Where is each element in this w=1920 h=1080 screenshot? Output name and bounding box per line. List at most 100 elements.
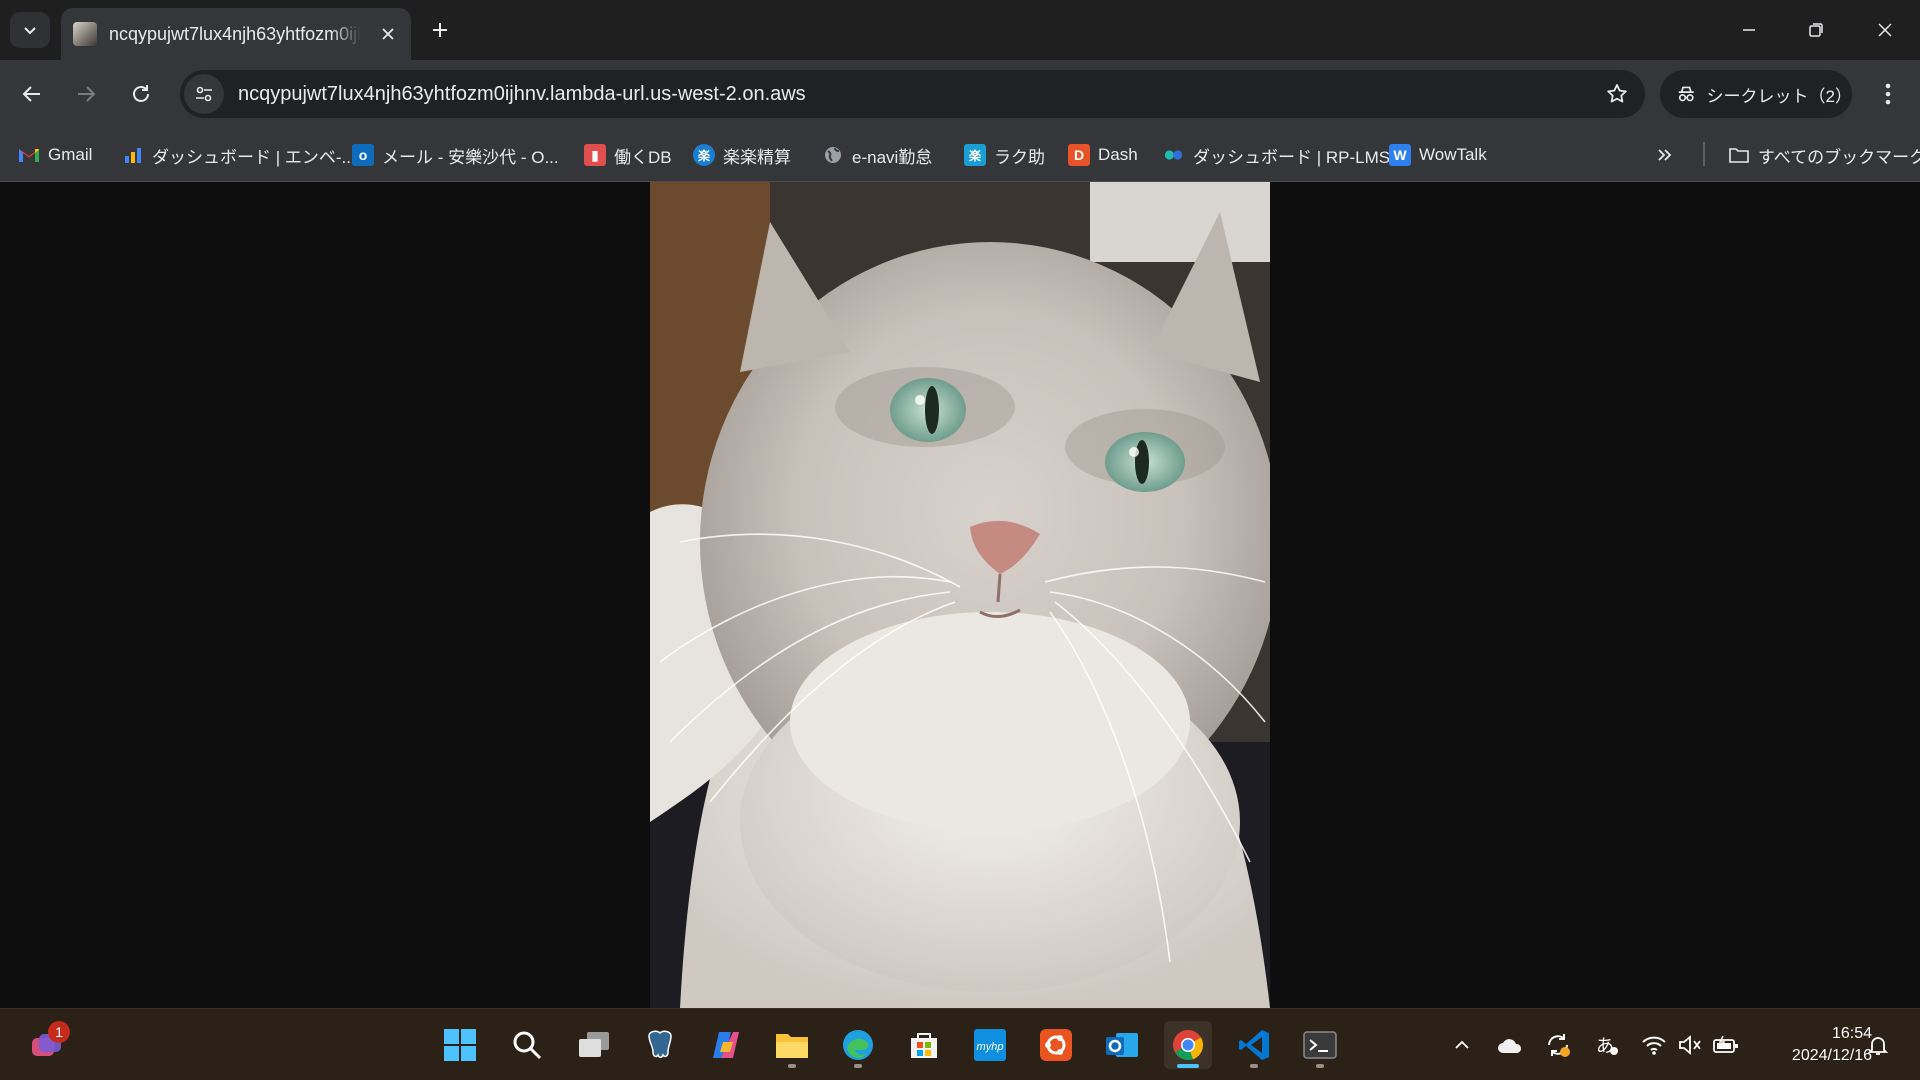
bookmark-label: Dash xyxy=(1098,145,1138,164)
bookmarks-bar: Gmail ダッシュボード | エンベ-... o メール - 安樂沙代 - O… xyxy=(0,128,1920,182)
star-bookmark-icon[interactable] xyxy=(1605,82,1629,106)
reload-button[interactable] xyxy=(123,76,159,112)
bookmark-label: e-navi勤怠 xyxy=(852,147,933,167)
chrome-app[interactable] xyxy=(1164,1021,1212,1069)
copilot-app[interactable] xyxy=(702,1021,750,1069)
bookmark-outlook-mail[interactable]: o メール - 安樂沙代 - O... xyxy=(352,139,559,171)
sync-tray[interactable] xyxy=(1544,1031,1572,1059)
ime-tray[interactable]: あ xyxy=(1592,1031,1620,1059)
volume-tray[interactable] xyxy=(1676,1031,1704,1059)
battery-tray[interactable] xyxy=(1712,1031,1740,1059)
windows-taskbar: 1 myhp あ 16:54 2024/12/16 xyxy=(0,1008,1920,1080)
myhp-app[interactable]: myhp xyxy=(966,1021,1014,1069)
folder-icon xyxy=(1728,144,1750,166)
running-indicator xyxy=(1250,1064,1258,1068)
incognito-button[interactable]: シークレット（2） xyxy=(1660,70,1852,118)
bookmark-gmail[interactable]: Gmail xyxy=(18,139,92,171)
close-window-button[interactable] xyxy=(1860,10,1910,50)
volume-muted-icon xyxy=(1679,1035,1701,1055)
tune-icon xyxy=(196,86,212,102)
search-icon xyxy=(513,1031,542,1060)
arrow-left-icon xyxy=(22,86,40,102)
copilot-icon xyxy=(713,1032,739,1058)
new-tab-button[interactable] xyxy=(424,14,456,46)
chrome-icon xyxy=(1173,1030,1204,1060)
bookmark-label: ダッシュボード | エンベ-... xyxy=(152,147,356,167)
pgadmin-app[interactable] xyxy=(636,1021,684,1069)
edge-icon xyxy=(843,1030,873,1060)
sync-warning-icon xyxy=(1548,1034,1570,1057)
bookmark-wowtalk[interactable]: W WowTalk xyxy=(1389,139,1487,171)
vscode-icon xyxy=(1239,1030,1269,1060)
show-hidden-icons-button[interactable] xyxy=(1448,1031,1476,1059)
tab-strip: ncqypujwt7lux4njh63yhtfozm0ijhnv.lambda-… xyxy=(0,0,1920,60)
all-bookmarks-button[interactable]: すべてのブックマーク xyxy=(1728,139,1920,171)
cat-thumbnail-icon xyxy=(73,22,97,46)
all-bookmarks-label: すべてのブックマーク xyxy=(1758,147,1920,167)
more-bookmarks-button[interactable] xyxy=(1656,139,1674,171)
active-indicator xyxy=(1177,1064,1199,1068)
bookmark-rakusuke[interactable]: 楽 ラク助 xyxy=(964,139,1045,171)
onedrive-tray[interactable] xyxy=(1496,1031,1524,1059)
browser-toolbar: ncqypujwt7lux4njh63yhtfozm0ijhnv.lambda-… xyxy=(0,60,1920,128)
site-info-button[interactable] xyxy=(184,74,224,114)
restore-button[interactable] xyxy=(1791,10,1841,50)
ime-hiragana-icon: あ xyxy=(1596,1036,1618,1057)
close-icon xyxy=(1878,23,1892,37)
ubuntu-app[interactable] xyxy=(1032,1021,1080,1069)
outlook-app[interactable] xyxy=(1098,1021,1146,1069)
minimize-button[interactable] xyxy=(1724,10,1774,50)
globe-icon xyxy=(822,144,844,166)
tab-title: ncqypujwt7lux4njh63yhtfozm0ijhnv.lambda-… xyxy=(109,23,361,44)
gmail-icon xyxy=(18,144,40,166)
bookmark-hataraku-db[interactable]: ▮ 働くDB xyxy=(584,139,672,171)
battery-charging-icon xyxy=(1713,1035,1738,1053)
notifications-button[interactable] xyxy=(1864,1031,1892,1059)
active-tab[interactable]: ncqypujwt7lux4njh63yhtfozm0ijhnv.lambda-… xyxy=(61,8,411,60)
bookmark-rp-lms[interactable]: ダッシュボード | RP-LMS xyxy=(1163,139,1390,171)
rp-lms-icon xyxy=(1163,144,1185,166)
taskbar-clock[interactable]: 16:54 2024/12/16 xyxy=(1760,1023,1872,1067)
bookmark-rakuraku[interactable]: 楽 楽楽精算 xyxy=(693,139,791,171)
outlook-icon xyxy=(1106,1033,1138,1057)
task-view-button[interactable] xyxy=(570,1021,618,1069)
clock-time: 16:54 xyxy=(1831,1025,1872,1042)
bookmark-dashboard-embe[interactable]: ダッシュボード | エンベ-... xyxy=(122,139,356,171)
wowtalk-icon: W xyxy=(1389,144,1411,166)
search-button[interactable] xyxy=(503,1021,551,1069)
restore-icon xyxy=(1809,23,1823,37)
browser-menu-button[interactable] xyxy=(1870,76,1906,112)
edge-app[interactable] xyxy=(834,1021,882,1069)
bookmark-label: 楽楽精算 xyxy=(723,147,791,167)
rakusuke-icon: 楽 xyxy=(964,144,986,166)
running-indicator xyxy=(788,1064,796,1068)
bookmark-label: 働くDB xyxy=(614,147,672,167)
forward-button[interactable] xyxy=(68,76,104,112)
file-explorer-icon xyxy=(776,1034,808,1058)
start-button[interactable] xyxy=(436,1021,484,1069)
clock-date: 2024/12/16 xyxy=(1791,1047,1872,1064)
minimize-icon xyxy=(1743,29,1755,31)
close-tab-icon[interactable] xyxy=(377,23,399,45)
running-indicator xyxy=(854,1064,862,1068)
notification-badge: 1 xyxy=(48,1021,70,1043)
postgres-elephant-icon xyxy=(648,1030,672,1058)
chevron-down-icon xyxy=(24,27,36,35)
rakuraku-icon: 楽 xyxy=(693,144,715,166)
terminal-app[interactable] xyxy=(1296,1021,1344,1069)
myhp-icon: myhp xyxy=(974,1029,1006,1061)
wifi-icon xyxy=(1642,1036,1666,1055)
back-button[interactable] xyxy=(14,76,50,112)
vscode-app[interactable] xyxy=(1230,1021,1278,1069)
incognito-icon xyxy=(1678,86,1694,102)
bookmark-e-navi[interactable]: e-navi勤怠 xyxy=(822,139,932,171)
bookmark-dash[interactable]: D Dash xyxy=(1068,139,1138,171)
wifi-tray[interactable] xyxy=(1640,1031,1668,1059)
tab-search-button[interactable] xyxy=(10,12,50,48)
cat-photo xyxy=(650,182,1270,1008)
ms-store-app[interactable] xyxy=(900,1021,948,1069)
plus-icon xyxy=(433,23,447,37)
file-explorer-app[interactable] xyxy=(768,1021,816,1069)
url-text[interactable]: ncqypujwt7lux4njh63yhtfozm0ijhnv.lambda-… xyxy=(238,83,806,106)
address-bar[interactable]: ncqypujwt7lux4njh63yhtfozm0ijhnv.lambda-… xyxy=(180,70,1645,118)
